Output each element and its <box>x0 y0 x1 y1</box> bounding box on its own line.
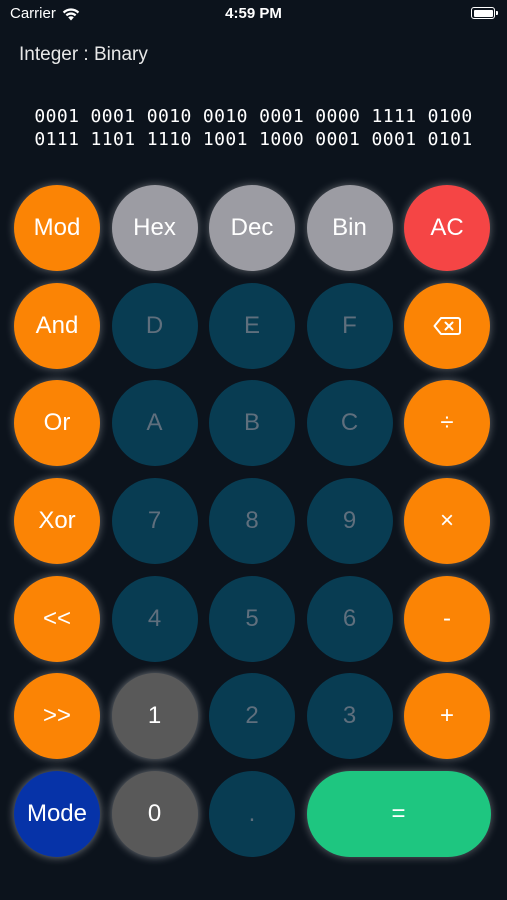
digit-4-button[interactable]: 4 <box>111 575 198 662</box>
backspace-icon <box>433 316 461 335</box>
digit-c-button[interactable]: C <box>306 380 393 467</box>
mode-label: Integer : Binary <box>19 44 148 65</box>
digit-2-button[interactable]: 2 <box>209 673 295 760</box>
bin-button[interactable]: Bin <box>306 185 393 271</box>
digit-e-button[interactable]: E <box>209 282 295 369</box>
display-line-2: 0111 1101 1110 1001 1000 0001 0001 0101 <box>34 129 473 150</box>
digit-6-button[interactable]: 6 <box>306 575 393 662</box>
digit-d-button[interactable]: D <box>111 282 198 369</box>
digit-8-button[interactable]: 8 <box>209 478 295 565</box>
calculator-screen: Carrier 4:59 PM Integer : Binary 0001 00… <box>0 0 507 900</box>
digit-3-button[interactable]: 3 <box>306 673 393 760</box>
display-line-1: 0001 0001 0010 0010 0001 0000 1111 0100 <box>34 106 473 127</box>
and-button[interactable]: And <box>14 282 100 369</box>
battery-icon <box>471 7 498 19</box>
equals-button[interactable]: = <box>306 771 491 858</box>
digit-1-button[interactable]: 1 <box>111 673 198 760</box>
keypad: Mod Hex Dec Bin AC And D E F Or A B C ÷ … <box>14 185 494 860</box>
digit-b-button[interactable]: B <box>209 380 295 467</box>
digit-a-button[interactable]: A <box>111 380 198 467</box>
status-bar: Carrier 4:59 PM <box>0 0 507 28</box>
divide-button[interactable]: ÷ <box>404 380 490 467</box>
status-time: 4:59 PM <box>225 5 282 22</box>
result-display: 0001 0001 0010 0010 0001 0000 1111 0100 … <box>0 105 507 151</box>
dec-button[interactable]: Dec <box>209 185 295 271</box>
or-button[interactable]: Or <box>14 380 100 467</box>
hex-button[interactable]: Hex <box>111 185 198 271</box>
plus-button[interactable]: + <box>404 673 490 760</box>
digit-5-button[interactable]: 5 <box>209 575 295 662</box>
minus-button[interactable]: - <box>404 575 490 662</box>
shift-right-button[interactable]: >> <box>14 673 100 760</box>
digit-f-button[interactable]: F <box>306 282 393 369</box>
decimal-point-button[interactable]: . <box>209 771 295 858</box>
all-clear-button[interactable]: AC <box>404 185 490 271</box>
mode-button[interactable]: Mode <box>14 771 100 858</box>
multiply-button[interactable]: × <box>404 478 490 565</box>
mod-button[interactable]: Mod <box>14 185 100 271</box>
shift-left-button[interactable]: << <box>14 575 100 662</box>
digit-0-button[interactable]: 0 <box>111 771 198 858</box>
backspace-button[interactable] <box>404 282 490 369</box>
digit-9-button[interactable]: 9 <box>306 478 393 565</box>
xor-button[interactable]: Xor <box>14 478 100 565</box>
digit-7-button[interactable]: 7 <box>111 478 198 565</box>
